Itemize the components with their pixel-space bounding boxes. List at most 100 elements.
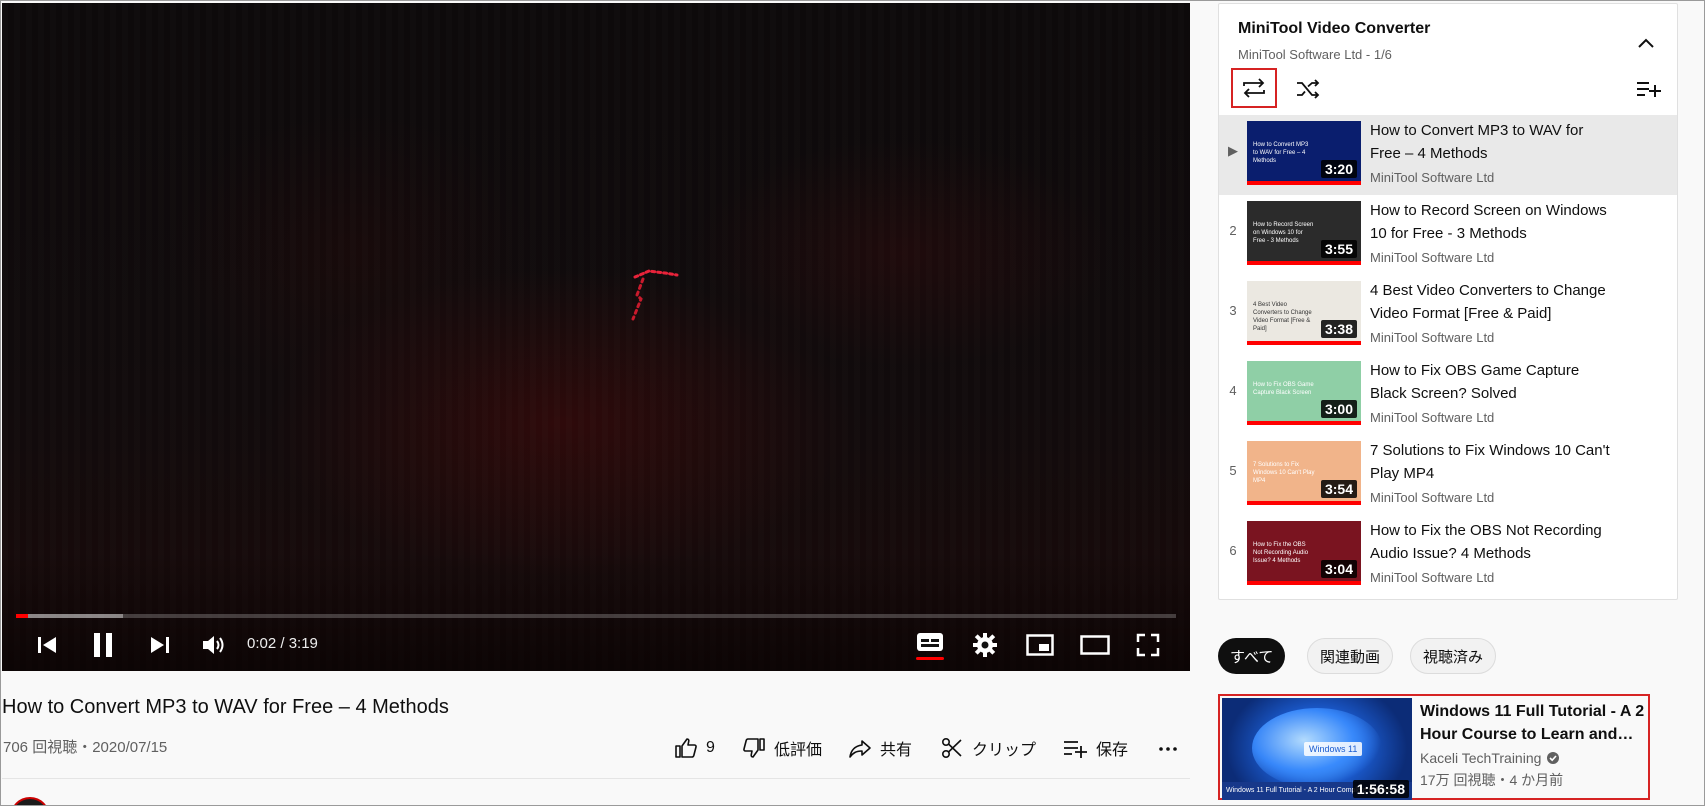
playlist-item[interactable]: 5 7 Solutions to Fix Windows 10 Can't Pl… — [1219, 435, 1677, 515]
thumbnail-text: 7 Solutions to Fix Windows 10 Can't Play… — [1253, 462, 1315, 484]
watched-bar — [1247, 261, 1361, 265]
playlist-item-channel: MiniTool Software Ltd — [1370, 250, 1495, 265]
shuffle-button[interactable] — [1293, 74, 1323, 104]
progress-buffered — [16, 614, 123, 618]
playlist-item-channel: MiniTool Software Ltd — [1370, 330, 1495, 345]
playlist-item-thumbnail: 7 Solutions to Fix Windows 10 Can't Play… — [1247, 441, 1361, 505]
dislike-label: 低評価 — [774, 742, 823, 759]
controls-gradient — [2, 551, 1190, 671]
playlist-add-icon — [1064, 741, 1087, 758]
playlist-item[interactable]: 3 4 Best Video Converters to Change Vide… — [1219, 275, 1677, 355]
dislike-button[interactable]: 低評価 — [742, 735, 822, 761]
like-count: 9 — [706, 739, 715, 756]
playlist-add-icon — [1637, 82, 1661, 97]
duration-badge: 3:04 — [1320, 560, 1357, 578]
loop-playlist-button[interactable] — [1231, 68, 1277, 108]
playlist-item-thumbnail: How to Fix the OBS Not Recording Audio I… — [1247, 521, 1361, 585]
save-button[interactable]: 保存 — [1062, 735, 1128, 761]
save-playlist-button[interactable] — [1633, 76, 1663, 102]
playlist-item[interactable]: ▶ How to Convert MP3 to WAV for Free – 4… — [1219, 115, 1677, 195]
playlist-item[interactable]: 6 How to Fix the OBS Not Recording Audio… — [1219, 515, 1677, 595]
clip-button[interactable]: クリップ — [940, 735, 1036, 761]
chip-all[interactable]: すべて — [1218, 638, 1286, 674]
more-horizontal-icon — [1159, 747, 1177, 751]
playlist-item-title: 7 Solutions to Fix Windows 10 Can't Play… — [1370, 442, 1610, 482]
collapse-playlist-button[interactable] — [1633, 30, 1659, 56]
watched-bar — [1247, 181, 1361, 185]
playlist-item-channel: MiniTool Software Ltd — [1370, 410, 1495, 425]
playlist-item-title: How to Convert MP3 to WAV for Free – 4 M… — [1370, 122, 1584, 162]
watched-bar — [1247, 421, 1361, 425]
skip-previous-icon — [38, 637, 56, 653]
playlist-item-channel: MiniTool Software Ltd — [1370, 170, 1495, 185]
thumbnail-text: How to Fix OBS Game Capture Black Screen — [1253, 382, 1314, 396]
skip-next-icon — [151, 637, 169, 653]
time-display: 0:02 / 3:19 — [247, 635, 318, 652]
duration-badge: 3:55 — [1320, 240, 1357, 258]
progress-bar[interactable] — [16, 614, 1176, 618]
scissors-icon — [941, 737, 962, 759]
volume-button[interactable] — [199, 627, 229, 663]
thumbs-down-icon — [743, 738, 765, 758]
more-actions-button[interactable] — [1156, 735, 1180, 761]
verified-icon — [1547, 752, 1560, 764]
playlist-item-thumbnail: How to Convert MP3 to WAV for Free – 4 M… — [1247, 121, 1361, 185]
subtitles-icon — [916, 633, 944, 660]
channel-avatar[interactable] — [10, 797, 50, 806]
chip-related[interactable]: 関連動画 — [1307, 638, 1394, 674]
playlist-item-title: 4 Best Video Converters to Change Video … — [1370, 282, 1606, 322]
watched-bar — [1247, 341, 1361, 345]
next-button[interactable] — [145, 627, 175, 663]
playlist-subtitle: MiniTool Software Ltd - 1/6 — [1238, 47, 1392, 62]
playlist-item-channel: MiniTool Software Ltd — [1370, 490, 1495, 505]
playlist-item[interactable]: 4 How to Fix OBS Game Capture Black Scre… — [1219, 355, 1677, 435]
playlist-item[interactable]: 2 How to Record Screen on Windows 10 for… — [1219, 195, 1677, 275]
chip-watched[interactable]: 視聴済み — [1410, 638, 1497, 674]
theater-mode-icon — [1080, 635, 1110, 655]
playlist-item-index: 3 — [1229, 303, 1237, 318]
recommended-video-card[interactable]: Windows 11 Windows 11 Full Tutorial - A … — [1218, 694, 1650, 800]
playlist-item-channel: MiniTool Software Ltd — [1370, 570, 1495, 585]
settings-button[interactable] — [969, 627, 1001, 663]
fullscreen-button[interactable] — [1132, 627, 1164, 663]
progress-played — [16, 614, 28, 618]
recommended-title: Windows 11 Full Tutorial - A 2 Hour Cour… — [1420, 703, 1645, 743]
recommended-thumbnail: Windows 11 Windows 11 Full Tutorial - A … — [1222, 698, 1412, 800]
recommended-channel: Kaceli TechTraining — [1420, 750, 1560, 766]
loading-spinner-icon — [631, 269, 679, 321]
miniplayer-button[interactable] — [1024, 627, 1056, 663]
chevron-up-icon — [1638, 38, 1654, 48]
playlist-item-index: 2 — [1229, 223, 1237, 238]
playlist-panel: MiniTool Video Converter MiniTool Softwa… — [1218, 3, 1678, 600]
share-button[interactable]: 共有 — [848, 735, 912, 761]
loop-icon — [1243, 78, 1265, 98]
pause-button[interactable] — [88, 627, 118, 663]
watched-bar — [1247, 501, 1361, 505]
recommended-meta: 17万 回視聴・4 か月前 — [1420, 772, 1564, 788]
subtitles-button[interactable] — [914, 627, 946, 663]
duration-badge: 3:20 — [1320, 160, 1357, 178]
share-label: 共有 — [880, 742, 913, 759]
channel-name: Kaceli TechTraining — [1420, 750, 1542, 766]
save-label: 保存 — [1096, 742, 1129, 759]
duration-badge: 3:00 — [1320, 400, 1357, 418]
playlist-title[interactable]: MiniTool Video Converter — [1238, 20, 1430, 38]
previous-button[interactable] — [32, 627, 62, 663]
playlist-item-thumbnail: How to Record Screen on Windows 10 for F… — [1247, 201, 1361, 265]
playlist-item-thumbnail: How to Fix OBS Game Capture Black Screen… — [1247, 361, 1361, 425]
gear-icon — [973, 633, 997, 657]
theater-mode-button[interactable] — [1078, 627, 1112, 663]
miniplayer-icon — [1026, 634, 1054, 656]
playlist-item-title: How to Fix the OBS Not Recording Audio I… — [1370, 522, 1602, 562]
playlist-item-index: 4 — [1229, 383, 1237, 398]
fullscreen-icon — [1136, 633, 1160, 657]
duration-badge: 3:38 — [1320, 320, 1357, 338]
duration-badge: 1:56:58 — [1352, 780, 1409, 798]
playlist-item-thumbnail: 4 Best Video Converters to Change Video … — [1247, 281, 1361, 345]
volume-icon — [203, 636, 224, 654]
video-player[interactable]: 0:02 / 3:19 — [2, 3, 1190, 671]
duration-badge: 3:54 — [1320, 480, 1357, 498]
share-icon — [849, 740, 871, 758]
shuffle-icon — [1297, 79, 1320, 99]
like-button[interactable]: 9 — [674, 735, 715, 761]
